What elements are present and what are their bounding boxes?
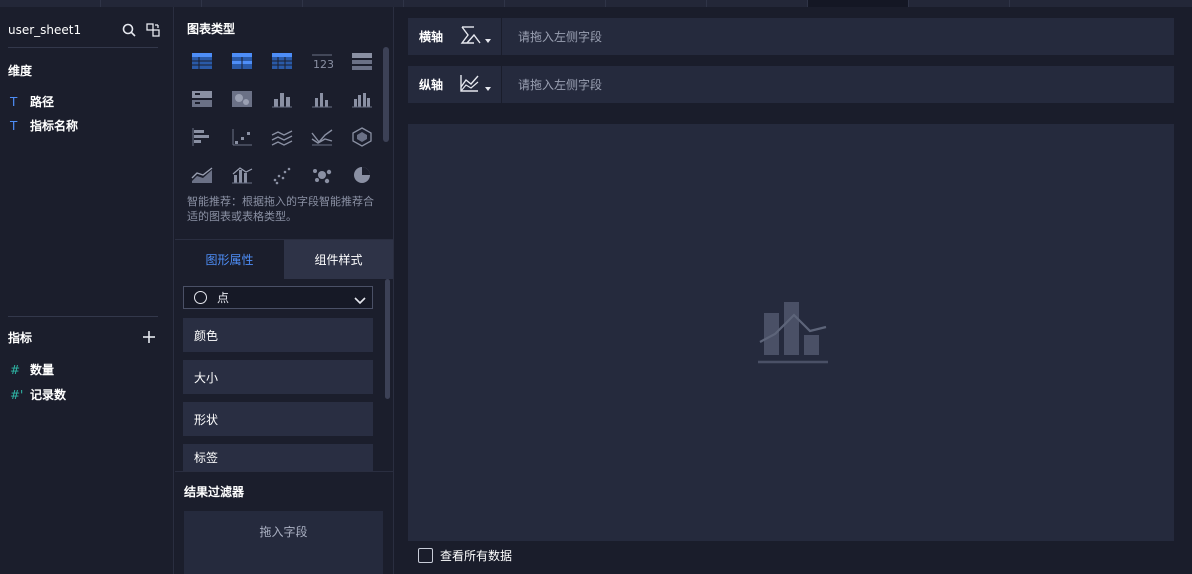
top-tab[interactable]	[707, 0, 808, 7]
x-axis-label: 横轴	[419, 30, 444, 44]
grouped-column-icon[interactable]	[351, 89, 375, 111]
radar-icon[interactable]	[351, 127, 375, 149]
list-card-icon[interactable]	[351, 51, 375, 73]
mark-type-select[interactable]: 点	[183, 286, 373, 309]
divider	[8, 316, 158, 317]
plus-icon[interactable]	[141, 329, 157, 345]
field-panel: user_sheet1 维度 T 路径 T 指标名称 指标 # 数量 #' 记录…	[0, 7, 174, 574]
top-tab-active[interactable]	[808, 0, 909, 7]
empty-chart-icon	[758, 302, 828, 364]
x-axis-dropzone[interactable]: 请拖入左侧字段	[502, 28, 602, 45]
column-icon[interactable]	[311, 89, 335, 111]
tab-graphic-properties[interactable]: 图形属性	[175, 240, 284, 279]
bubble-icon[interactable]	[311, 165, 335, 187]
chart-types-title: 图表类型	[187, 22, 236, 36]
result-filter-title: 结果过滤器	[184, 485, 245, 499]
pie-icon[interactable]	[351, 165, 375, 187]
column-line-icon[interactable]	[231, 165, 255, 187]
view-all-label: 查看所有数据	[440, 549, 513, 563]
y-axis-label: 纵轴	[419, 78, 444, 92]
top-tab-strip	[0, 0, 1192, 7]
chart-config-panel: 图表类型 123 智能推荐：根据拖入的字段智能推荐合适的图表或表格类型。 图形属…	[175, 7, 394, 574]
top-tab[interactable]	[404, 0, 505, 7]
divider	[175, 471, 393, 472]
axis-type-icon	[460, 25, 491, 44]
line-multi-icon[interactable]	[271, 127, 295, 149]
property-tabs: 图形属性 组件样式	[175, 239, 393, 279]
line-area-icon[interactable]	[311, 127, 335, 149]
search-icon[interactable]	[122, 23, 136, 37]
property-size[interactable]: 大小	[183, 360, 373, 394]
measure-field-record-count[interactable]: #' 记录数	[10, 386, 66, 403]
view-all-data-toggle[interactable]: 查看所有数据	[418, 547, 512, 564]
switch-dataset-icon[interactable]	[146, 23, 160, 37]
scatter-icon[interactable]	[271, 165, 295, 187]
result-filter-dropzone[interactable]: 拖入字段	[184, 511, 383, 574]
chart-canvas[interactable]	[408, 124, 1174, 541]
top-tab[interactable]	[0, 0, 101, 7]
y-axis-dropzone[interactable]: 请拖入左侧字段	[502, 76, 602, 93]
line-chart-axis-icon	[460, 74, 491, 92]
field-label: 数量	[30, 363, 55, 377]
measures-title: 指标	[8, 331, 33, 345]
chevron-down-icon	[354, 294, 366, 304]
divider	[8, 47, 158, 48]
dimension-field-metric-name[interactable]: T 指标名称	[10, 117, 78, 134]
property-shape[interactable]: 形状	[183, 402, 373, 436]
field-label: 记录数	[30, 388, 67, 402]
top-tab[interactable]	[101, 0, 202, 7]
chart-types-scrollbar[interactable]	[383, 47, 389, 142]
table-icon[interactable]	[191, 51, 215, 73]
tab-component-style[interactable]: 组件样式	[284, 240, 393, 279]
stacked-column-icon[interactable]	[271, 89, 295, 111]
field-label: 路径	[30, 95, 55, 109]
dataset-name[interactable]: user_sheet1	[8, 23, 81, 37]
svg-text:123: 123	[313, 58, 333, 71]
dashboard-card-icon[interactable]	[191, 89, 215, 111]
text-type-icon: T	[10, 94, 18, 109]
dimensions-title: 维度	[8, 64, 33, 78]
property-color[interactable]: 颜色	[183, 318, 373, 352]
mark-type-value: 点	[217, 291, 230, 305]
chart-type-grid: 123	[191, 51, 381, 203]
property-label[interactable]: 标签	[183, 444, 373, 471]
area-icon[interactable]	[191, 165, 215, 187]
number-type-icon: #'	[10, 387, 24, 402]
measure-field-quantity[interactable]: # 数量	[10, 361, 54, 378]
heatmap-icon[interactable]	[231, 89, 255, 111]
bar-icon[interactable]	[191, 127, 215, 149]
top-tab[interactable]	[505, 0, 606, 7]
y-axis-shelf: 纵轴 请拖入左侧字段	[408, 66, 1174, 103]
scatter-step-icon[interactable]	[231, 127, 255, 149]
dataset-header: user_sheet1	[8, 21, 160, 39]
x-axis-shelf: 横轴 请拖入左侧字段	[408, 18, 1174, 55]
number-type-icon: #	[10, 362, 21, 377]
crosstab-icon[interactable]	[231, 51, 255, 73]
axis-type-dropdown[interactable]	[454, 18, 502, 55]
kpi-number-icon[interactable]: 123	[311, 51, 335, 73]
top-tab[interactable]	[202, 0, 303, 7]
grouped-table-icon[interactable]	[271, 51, 295, 73]
circle-icon	[194, 291, 207, 304]
dimension-field-path[interactable]: T 路径	[10, 93, 54, 110]
field-label: 指标名称	[30, 119, 79, 133]
top-tab[interactable]	[909, 0, 1010, 7]
properties-scrollbar[interactable]	[385, 279, 390, 399]
top-tab[interactable]	[303, 0, 404, 7]
view-all-checkbox[interactable]	[418, 548, 433, 563]
top-tab[interactable]	[606, 0, 707, 7]
smart-recommend-hint: 智能推荐：根据拖入的字段智能推荐合适的图表或表格类型。	[187, 195, 374, 223]
axis-type-dropdown[interactable]	[454, 66, 502, 103]
text-type-icon: T	[10, 118, 18, 133]
